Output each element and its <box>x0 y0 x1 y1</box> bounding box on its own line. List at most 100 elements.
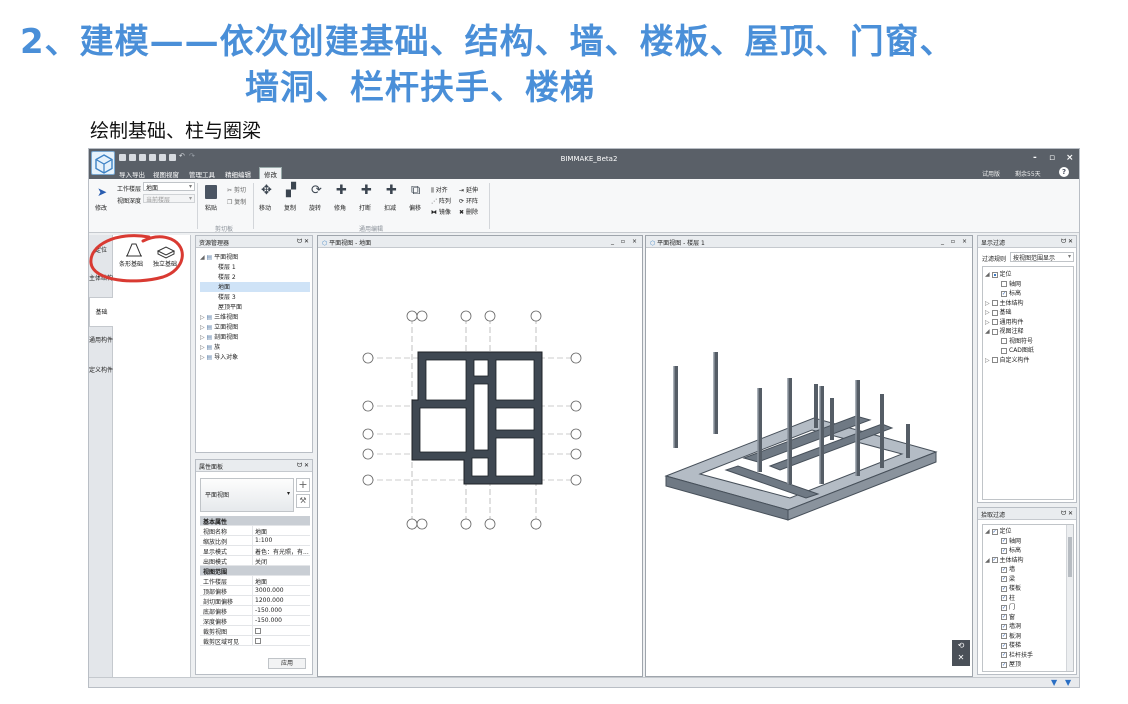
filter-checkbox[interactable]: ✓ <box>1001 633 1007 639</box>
view-close-button[interactable]: × <box>632 238 637 245</box>
filter-checkbox[interactable] <box>991 328 998 335</box>
filter-checkbox[interactable]: ✓ <box>1001 604 1007 611</box>
apply-button[interactable]: 应用 <box>268 658 306 669</box>
move-icon[interactable]: ✥ <box>261 183 272 198</box>
filter-checkbox[interactable]: ✓ <box>1001 585 1007 592</box>
mirror-button[interactable]: ⧓ 镜像 <box>431 207 451 216</box>
filter-icon[interactable]: ▼ <box>1051 678 1057 687</box>
copy-button[interactable]: ❐ 复制 <box>227 197 246 206</box>
view-depth-select[interactable]: 当前楼层 ▾ <box>143 194 195 204</box>
filter-item[interactable]: ✓ 屋顶 <box>985 659 1033 669</box>
filter-item[interactable]: ✓ 标高 <box>985 288 1034 298</box>
new-file-icon[interactable] <box>119 154 126 161</box>
filter-item[interactable]: ✓ 窗 <box>985 612 1033 622</box>
open-file-icon[interactable] <box>129 154 136 161</box>
filter-item[interactable]: 视图符号 <box>985 336 1034 346</box>
filter-checkbox[interactable]: ✓ <box>1001 623 1007 630</box>
extend-button[interactable]: ⇥ 延伸 <box>459 185 478 194</box>
tree-item[interactable]: ▷ ▤ 导入对象 <box>200 352 310 362</box>
filter-item[interactable]: CAD图纸 <box>985 345 1034 355</box>
break-icon[interactable]: ✚ <box>361 183 372 198</box>
panel-pin-close-icon[interactable]: ᗢ ✕ <box>297 238 309 246</box>
filter-item[interactable]: 轴网 <box>985 279 1034 289</box>
paste-button[interactable]: 粘贴 <box>205 203 217 212</box>
save-as-icon[interactable] <box>149 154 156 161</box>
filter-item[interactable]: ▷ 基础 <box>985 307 1034 317</box>
close-button[interactable]: × <box>1066 153 1074 163</box>
tree-item[interactable]: ▷ ▤ 立面视图 <box>200 322 310 332</box>
scrollbar-thumb[interactable] <box>1068 537 1072 577</box>
tab-general-components[interactable]: 通用构件 <box>89 331 113 357</box>
property-value[interactable]: 地面 <box>255 577 267 586</box>
property-checkbox[interactable] <box>255 628 261 634</box>
property-section-header[interactable]: 基本属性 <box>200 516 310 526</box>
copy-object-button[interactable]: 复制 <box>284 203 296 212</box>
view-navigation-bar[interactable]: ⟲ ✕ <box>952 640 970 666</box>
view-minimize-button[interactable]: _ <box>611 238 614 245</box>
filter-item[interactable]: ✓ 板洞 <box>985 631 1033 641</box>
ring-array-button[interactable]: ⟳ 环阵 <box>459 196 478 205</box>
undo-icon[interactable]: ↶ <box>179 152 186 160</box>
filter-checkbox[interactable]: ✓ <box>1001 566 1007 573</box>
filter-checkbox[interactable] <box>1001 347 1007 354</box>
panel-pin-close-icon[interactable]: ᗢ ✕ <box>1061 238 1073 246</box>
offset-button[interactable]: 偏移 <box>409 203 421 212</box>
subtract-icon[interactable]: ✚ <box>386 183 397 198</box>
rotate-icon[interactable]: ⟳ <box>311 183 322 198</box>
filter-item[interactable]: ◢ 定位 <box>985 269 1034 279</box>
offset-icon[interactable]: ⧉ <box>411 183 420 198</box>
filter-checkbox[interactable]: ✓ <box>1001 642 1007 649</box>
settings-icon[interactable] <box>169 154 176 161</box>
trim-icon[interactable]: ✚ <box>336 183 347 198</box>
filter-checkbox[interactable]: ✓ <box>991 557 998 563</box>
filter-item[interactable]: ✓ 墙洞 <box>985 621 1033 631</box>
filter-clear-icon[interactable]: ▼ <box>1065 678 1071 687</box>
filter-checkbox[interactable]: ✓ <box>1001 290 1007 297</box>
menu-view-window[interactable]: 视图视窗 <box>153 169 179 179</box>
tab-custom-components[interactable]: 定义构件 <box>89 361 113 387</box>
view-type-selector[interactable]: 平面视图 ▾ <box>200 478 294 512</box>
work-level-select[interactable]: 地面 ▾ <box>143 182 195 192</box>
filter-checkbox[interactable] <box>991 319 998 325</box>
filter-checkbox[interactable] <box>991 357 998 363</box>
filter-checkbox[interactable] <box>1001 281 1007 287</box>
tree-item[interactable]: 屋顶平面 <box>200 302 310 312</box>
property-value[interactable]: 3000.000 <box>255 587 284 594</box>
filter-checkbox[interactable] <box>1001 338 1007 344</box>
break-button[interactable]: 打断 <box>359 203 371 212</box>
help-icon[interactable]: ? <box>1059 167 1069 177</box>
filter-item[interactable]: ✓ 门 <box>985 602 1033 612</box>
subtract-button[interactable]: 扣减 <box>384 203 396 212</box>
close-nav-icon[interactable]: ✕ <box>958 653 965 662</box>
menu-management-tools[interactable]: 管理工具 <box>189 169 215 179</box>
minimize-button[interactable]: - <box>1033 153 1037 163</box>
property-value[interactable]: 1:100 <box>255 537 272 544</box>
add-type-icon[interactable]: + <box>296 478 310 492</box>
cursor-icon[interactable]: ➤ <box>97 185 107 199</box>
filter-rule-select[interactable]: 按视图范围显示 ▾ <box>1010 252 1074 262</box>
cut-button[interactable]: ✂ 剪切 <box>227 185 246 194</box>
3d-model-drawing[interactable] <box>646 248 972 676</box>
rotate-button[interactable]: 旋转 <box>309 203 321 212</box>
tree-item[interactable]: 楼层 1 <box>200 262 310 272</box>
view-minimize-button[interactable]: _ <box>941 238 944 245</box>
wrench-icon[interactable]: ⚒ <box>296 494 310 508</box>
filter-item[interactable]: ✓ 梁 <box>985 574 1033 584</box>
tree-item[interactable]: ▷ ▤ 族 <box>200 342 310 352</box>
filter-item[interactable]: ▷ 通用构件 <box>985 317 1034 327</box>
menu-import-export[interactable]: 导入导出 <box>119 169 145 179</box>
tree-item[interactable]: ▷ ▤ 三维视图 <box>200 312 310 322</box>
filter-item[interactable]: ✓ 楼板 <box>985 583 1033 593</box>
property-value[interactable]: -150.000 <box>255 617 282 624</box>
panel-pin-close-icon[interactable]: ᗢ ✕ <box>297 462 309 470</box>
view-restore-button[interactable]: ▫ <box>621 238 625 245</box>
tree-item[interactable]: 楼层 3 <box>200 292 310 302</box>
filter-checkbox[interactable]: ✓ <box>1001 576 1007 582</box>
property-value[interactable]: 着色：有光照，有... <box>255 547 309 556</box>
filter-checkbox[interactable] <box>991 271 998 278</box>
modify-button[interactable]: 修改 <box>95 203 107 212</box>
filter-checkbox[interactable]: ✓ <box>1001 547 1007 554</box>
filter-item[interactable]: ◢ 视图注释 <box>985 326 1034 336</box>
filter-item[interactable]: ▷ 主体结构 <box>985 298 1034 308</box>
view-restore-button[interactable]: ▫ <box>951 238 955 245</box>
